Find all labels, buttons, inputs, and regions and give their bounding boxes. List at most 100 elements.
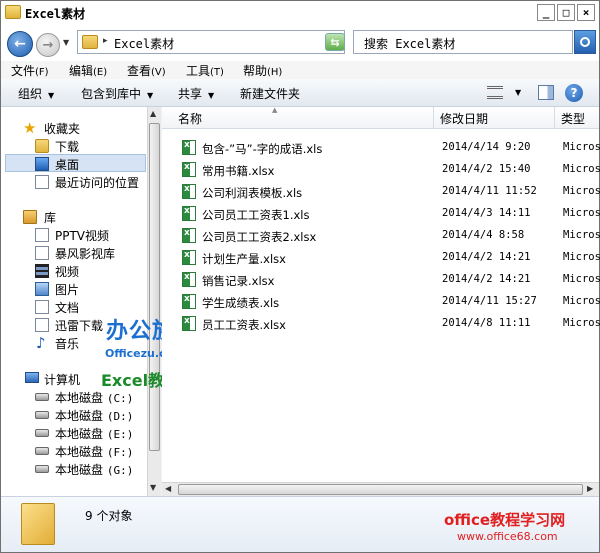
preview-pane-icon[interactable] xyxy=(538,85,554,100)
excel-file-icon xyxy=(182,184,196,199)
nav-drive[interactable]: 本地磁盘 (E:) xyxy=(1,424,147,442)
search-button[interactable] xyxy=(574,30,596,54)
nav-desktop[interactable]: 桌面 xyxy=(5,154,146,172)
file-row[interactable]: 公司员工工资表2.xlsx 2014/4/4 8:58 Micros xyxy=(180,226,600,246)
chevron-down-icon: ▼ xyxy=(147,91,154,100)
chevron-down-icon[interactable]: ▼ xyxy=(515,88,521,97)
disk-drive-icon xyxy=(35,411,49,419)
refresh-icon: ⇆ xyxy=(330,35,340,49)
address-field[interactable]: ▸ Excel素材 ▼ xyxy=(77,30,345,54)
minimize-button[interactable]: _ xyxy=(537,4,555,21)
disk-drive-icon xyxy=(35,465,49,473)
close-button[interactable]: × xyxy=(577,4,595,21)
film-icon xyxy=(35,264,49,278)
file-row[interactable]: 常用书籍.xlsx 2014/4/2 15:40 Micros xyxy=(180,160,600,180)
scroll-down-icon[interactable]: ▼ xyxy=(150,483,156,492)
file-row[interactable]: 公司利润表模板.xls 2014/4/11 11:52 Micros xyxy=(180,182,600,202)
watermark-url: www.office68.com xyxy=(457,530,558,543)
file-list-pane: ▲ 名称 修改日期 类型 包含-”马”-字的成语.xls 2014/4/14 9… xyxy=(162,106,600,496)
folder-icon xyxy=(82,35,98,49)
help-icon[interactable]: ? xyxy=(565,84,583,102)
file-row[interactable]: 员工工资表.xlsx 2014/4/8 11:11 Micros xyxy=(180,314,600,334)
arrow-right-icon: → xyxy=(42,37,54,53)
new-folder-button[interactable]: 新建文件夹 xyxy=(240,85,300,102)
command-toolbar: 组织 ▼ 包含到库中 ▼ 共享 ▼ 新建文件夹 ▼ ? xyxy=(1,79,599,107)
share-button[interactable]: 共享 ▼ xyxy=(178,85,214,102)
nav-scrollbar[interactable]: ▲ ▼ xyxy=(147,107,161,496)
download-library-icon xyxy=(35,318,49,332)
nav-libraries[interactable]: 库 xyxy=(1,208,147,226)
menu-view[interactable]: 查看(V) xyxy=(127,62,166,79)
recent-pages-dropdown[interactable]: ▼ xyxy=(63,38,69,47)
excel-file-icon xyxy=(182,140,196,155)
column-header-row: ▲ 名称 修改日期 类型 xyxy=(162,106,599,129)
nav-favorites[interactable]: ★ 收藏夹 xyxy=(1,119,147,137)
details-pane: 9 个对象 office教程学习网 www.office68.com xyxy=(1,496,599,552)
horizontal-scrollbar[interactable]: ◀ ▶ xyxy=(162,482,599,496)
maximize-button[interactable]: □ xyxy=(557,4,575,21)
nav-drive[interactable]: 本地磁盘 (D:) xyxy=(1,406,147,424)
disk-drive-icon xyxy=(35,447,49,455)
title-bar[interactable]: Excel素材 _ □ × xyxy=(1,1,599,25)
menu-help[interactable]: 帮助(H) xyxy=(243,62,282,79)
nav-recent-places[interactable]: 最近访问的位置 xyxy=(1,173,147,191)
column-header-date[interactable]: 修改日期 xyxy=(434,107,555,129)
file-row[interactable]: 公司员工工资表1.xls 2014/4/3 14:11 Micros xyxy=(180,204,600,224)
nav-library-item[interactable]: PPTV视频 xyxy=(1,226,147,244)
folder-icon xyxy=(21,503,55,545)
forward-button[interactable]: → xyxy=(36,33,60,57)
column-header-name[interactable]: ▲ 名称 xyxy=(172,106,434,129)
search-icon xyxy=(580,37,590,47)
scroll-right-icon[interactable]: ▶ xyxy=(587,484,593,493)
search-input[interactable]: 搜索 Excel素材 xyxy=(353,30,573,54)
excel-file-icon xyxy=(182,228,196,243)
item-count: 9 个对象 xyxy=(85,509,133,523)
nav-drive[interactable]: 本地磁盘 (G:) xyxy=(1,460,147,478)
document-icon xyxy=(35,300,49,314)
excel-file-icon xyxy=(182,272,196,287)
watermark-title: office教程学习网 xyxy=(444,511,566,529)
breadcrumb-separator-icon[interactable]: ▸ xyxy=(103,36,108,46)
explorer-window: Excel素材 _ □ × ← → ▼ ▸ Excel素材 ▼ ⇆ 搜索 Exc… xyxy=(0,0,600,553)
excel-file-icon xyxy=(182,206,196,221)
file-row[interactable]: 学生成绩表.xls 2014/4/11 15:27 Micros xyxy=(180,292,600,312)
menu-file[interactable]: 文件(F) xyxy=(11,62,49,79)
disk-drive-icon xyxy=(35,393,49,401)
desktop-icon xyxy=(35,157,49,171)
file-row[interactable]: 销售记录.xlsx 2014/4/2 14:21 Micros xyxy=(180,270,600,290)
file-row[interactable]: 包含-”马”-字的成语.xls 2014/4/14 9:20 Micros xyxy=(180,138,600,158)
sort-arrow-icon: ▲ xyxy=(272,106,278,114)
arrow-left-icon: ← xyxy=(14,36,26,52)
search-placeholder: 搜索 Excel素材 xyxy=(364,37,456,51)
music-note-icon: ♪ xyxy=(36,334,46,352)
scrollbar-thumb[interactable] xyxy=(178,484,583,495)
video-library-icon xyxy=(35,228,49,242)
video-library-icon xyxy=(35,246,49,260)
menu-tools[interactable]: 工具(T) xyxy=(186,62,224,79)
window-controls: _ □ × xyxy=(537,4,595,21)
breadcrumb-path[interactable]: Excel素材 xyxy=(114,35,174,52)
picture-icon xyxy=(35,282,49,296)
recent-places-icon xyxy=(35,175,49,189)
nav-downloads[interactable]: 下载 xyxy=(1,137,147,155)
view-options-icon[interactable] xyxy=(487,86,503,99)
scroll-up-icon[interactable]: ▲ xyxy=(150,109,156,118)
include-in-library-button[interactable]: 包含到库中 ▼ xyxy=(81,85,153,102)
organize-button[interactable]: 组织 ▼ xyxy=(18,85,54,102)
column-header-type[interactable]: 类型 xyxy=(555,107,599,129)
nav-drive[interactable]: 本地磁盘 (F:) xyxy=(1,442,147,460)
file-row[interactable]: 计划生产量.xlsx 2014/4/2 14:21 Micros xyxy=(180,248,600,268)
excel-file-icon xyxy=(182,250,196,265)
refresh-button[interactable]: ⇆ xyxy=(325,33,345,51)
scroll-left-icon[interactable]: ◀ xyxy=(165,484,171,493)
downloads-folder-icon xyxy=(35,139,49,153)
nav-library-item[interactable]: 视频 xyxy=(1,262,147,280)
menu-edit[interactable]: 编辑(E) xyxy=(69,62,107,79)
address-bar: ← → ▼ ▸ Excel素材 ▼ ⇆ 搜索 Excel素材 xyxy=(1,25,599,61)
scrollbar-thumb[interactable] xyxy=(149,123,160,451)
nav-library-item[interactable]: 图片 xyxy=(1,280,147,298)
back-button[interactable]: ← xyxy=(7,31,33,57)
chevron-down-icon: ▼ xyxy=(48,91,55,100)
library-icon xyxy=(23,210,37,224)
nav-library-item[interactable]: 暴风影视库 xyxy=(1,244,147,262)
